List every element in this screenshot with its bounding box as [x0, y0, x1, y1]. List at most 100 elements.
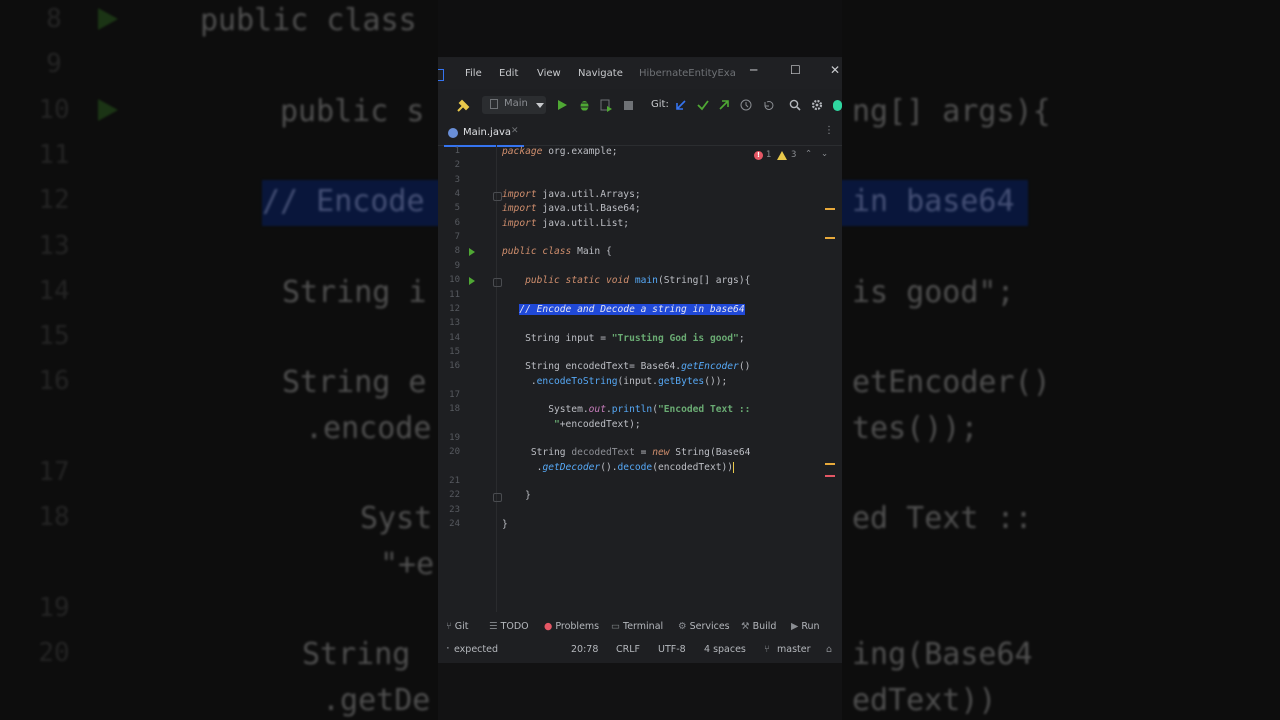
error-marker[interactable]	[825, 475, 835, 477]
line-separator[interactable]: CRLF	[616, 644, 640, 655]
tool-todo[interactable]: ☰ TODO	[489, 621, 529, 632]
commit-icon[interactable]	[697, 99, 709, 111]
menu-view[interactable]: View	[537, 68, 561, 79]
tool-window-bar: ⑂ Git ☰ TODO ● Problems ▭ Terminal ⚙ Ser…	[438, 618, 842, 638]
update-project-icon[interactable]	[675, 99, 687, 111]
tool-run[interactable]: ▶ Run	[791, 621, 820, 632]
status-message[interactable]: expected	[454, 644, 498, 655]
fold-icon[interactable]	[493, 493, 502, 502]
fold-icon[interactable]	[493, 192, 502, 201]
tool-problems[interactable]: ● Problems	[544, 621, 599, 632]
code-line[interactable]: import java.util.Arrays;	[502, 189, 641, 200]
minimize-button[interactable]: ─	[750, 63, 757, 77]
next-highlight-icon[interactable]: ⌄	[821, 149, 828, 159]
warning-marker[interactable]	[825, 208, 835, 210]
error-icon: !	[754, 151, 763, 160]
line-number: 1	[454, 146, 460, 156]
code-line[interactable]: import java.util.Base64;	[502, 203, 641, 214]
menu-edit[interactable]: Edit	[499, 68, 518, 79]
coverage-icon[interactable]	[600, 99, 613, 112]
code-line[interactable]: import java.util.List;	[502, 218, 629, 229]
error-count: 1	[766, 150, 772, 160]
line-number: 24	[449, 519, 460, 530]
line-number: 12	[449, 303, 460, 314]
line-number: 2	[454, 160, 460, 171]
file-encoding[interactable]: UTF-8	[658, 644, 686, 655]
tab-label: Main.java	[463, 127, 512, 138]
fold-icon[interactable]	[493, 278, 502, 287]
debug-icon[interactable]	[578, 98, 591, 112]
status-bar: ⠐ expected 20:78 CRLF UTF-8 4 spaces ⑂ m…	[438, 641, 842, 661]
git-branch[interactable]: master	[777, 644, 811, 655]
line-number: 20	[449, 447, 460, 458]
tab-main-java[interactable]: Main.java ✕	[444, 123, 524, 147]
more-tabs-icon[interactable]: ⋮	[824, 125, 834, 136]
tool-services[interactable]: ⚙ Services	[678, 621, 730, 632]
lock-icon[interactable]: ⌂	[826, 644, 832, 655]
line-number: 22	[449, 490, 460, 501]
tab-close-icon[interactable]: ✕	[511, 126, 519, 136]
code-line[interactable]: "+encodedText);	[502, 419, 641, 430]
run-config-label: Main	[504, 98, 528, 109]
indent-setting[interactable]: 4 spaces	[704, 644, 746, 655]
code-editor[interactable]: 1 2 3 4 5 6 7 8 9 10 11 12 13 14 15 16 17 18 19 20 21 22 23 24 …	[438, 145, 842, 612]
tool-terminal[interactable]: ▭ Terminal	[611, 621, 663, 632]
code-line[interactable]: }	[502, 519, 508, 530]
line-number: 6	[454, 217, 460, 228]
push-icon[interactable]	[718, 99, 730, 111]
previous-highlight-icon[interactable]: ⌃	[805, 149, 812, 159]
line-number: 14	[449, 332, 460, 343]
menu-file[interactable]: File	[465, 68, 482, 79]
search-icon[interactable]	[789, 99, 801, 111]
line-number: 23	[449, 504, 460, 515]
run-class-icon[interactable]	[469, 248, 475, 256]
code-line[interactable]: public static void main(String[] args){	[502, 275, 750, 286]
run-main-icon[interactable]	[469, 277, 475, 285]
line-number: 7	[454, 232, 460, 243]
code-line[interactable]: String decodedText = new String(Base64	[502, 447, 751, 458]
code-line[interactable]: .getDecoder().decode(encodedText))​	[502, 461, 735, 473]
code-line[interactable]: public class Main {	[502, 246, 612, 257]
build-hammer-icon[interactable]	[456, 99, 470, 113]
run-icon[interactable]	[558, 100, 567, 110]
history-icon[interactable]	[740, 99, 752, 111]
warning-marker[interactable]	[825, 237, 835, 239]
letterbox-top	[438, 0, 842, 57]
tool-git-label: Git	[454, 621, 469, 632]
ide-logo-icon	[438, 69, 444, 81]
branch-icon: ⑂	[764, 644, 770, 655]
code-line[interactable]: // Encode and Decode a string in base64	[502, 303, 745, 315]
tool-services-label: Services	[689, 621, 730, 632]
inspection-widget[interactable]: ! 1 3 ⌃ ⌄	[752, 149, 836, 164]
code-line[interactable]: .encodeToString(input.getBytes());	[502, 376, 727, 387]
menu-navigate[interactable]: Navigate	[578, 68, 623, 79]
plugin-icon[interactable]	[833, 100, 842, 111]
tool-build-label: Build	[752, 621, 777, 632]
tool-problems-label: Problems	[555, 621, 600, 632]
rollback-icon[interactable]	[762, 99, 774, 111]
tool-git[interactable]: ⑂ Git	[446, 621, 468, 632]
warning-marker[interactable]	[825, 463, 835, 465]
close-button[interactable]: ✕	[830, 63, 840, 77]
code-line[interactable]: String encodedText= Base64.getEncoder()	[502, 361, 750, 372]
code-line[interactable]: }	[502, 490, 531, 501]
code-line[interactable]: package org.example;	[502, 146, 618, 157]
chevron-down-icon	[536, 103, 544, 108]
tool-build[interactable]: ⚒ Build	[741, 621, 776, 632]
gutter-separator	[496, 145, 497, 612]
stop-icon[interactable]	[624, 101, 633, 110]
code-line[interactable]: System.out.println("Encoded Text ::	[502, 404, 750, 415]
main-toolbar: Main Git:	[438, 92, 842, 120]
code-line[interactable]: String input = "Trusting God is good";	[502, 333, 745, 344]
line-number: 10	[449, 275, 460, 286]
line-number: 9	[454, 260, 460, 271]
git-label: Git:	[651, 99, 669, 110]
line-number: 21	[449, 476, 460, 487]
maximize-button[interactable]: ☐	[790, 63, 801, 77]
settings-gear-icon[interactable]	[811, 99, 823, 111]
caret-position[interactable]: 20:78	[571, 644, 598, 655]
title-bar: File Edit View Navigate HibernateEntityE…	[438, 58, 842, 89]
project-name: HibernateEntityExample	[639, 68, 735, 79]
java-class-icon	[448, 128, 458, 138]
run-config-selector[interactable]: Main	[482, 96, 546, 114]
